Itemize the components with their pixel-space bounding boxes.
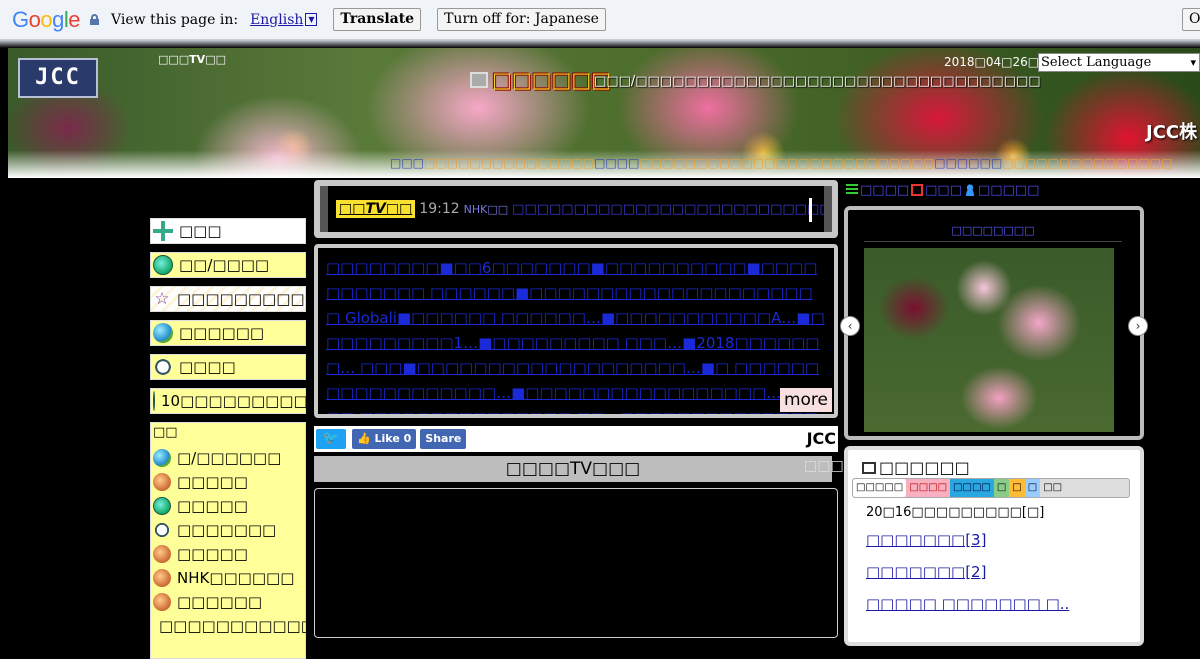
chevron-down-icon[interactable]: ▼	[305, 13, 318, 26]
tv-label: □□□TV□□	[158, 53, 226, 66]
tv-icon	[911, 184, 924, 196]
peony-photo[interactable]	[864, 248, 1114, 432]
language-select[interactable]: Select Language	[1038, 53, 1200, 72]
next-arrow-icon[interactable]: ›	[1128, 316, 1148, 336]
right-column: □□□□ □□□ □□□□□ □□□□□□□□ ‹ › □□□□□□ □□□□□…	[840, 180, 1148, 646]
list-item[interactable]: □□□□□□□[2]	[866, 556, 1126, 588]
ticker-cursor	[809, 198, 812, 222]
sidebar-group-title: □□	[153, 425, 178, 440]
user-icon	[964, 184, 976, 196]
list-item[interactable]: □□□□□□□[3]	[866, 524, 1126, 556]
tv-time: 19:12	[419, 201, 460, 217]
share-button[interactable]: Share	[420, 429, 467, 449]
tv-ticker: □□TV□□ 19:12 NHK□□ □□□□□□□□□□□□□□□□□□□□□…	[314, 180, 838, 238]
chart-icon	[153, 473, 171, 491]
sidebar-item-6[interactable]: 10□□□□□□□□□	[150, 388, 308, 414]
program-tab-2[interactable]: □□□□	[906, 479, 951, 497]
tv-headline[interactable]: □□□□□□□□□□□□□□□□□□□□□□□□□□□□	[512, 202, 824, 217]
sidebar-item-2[interactable]: □□/□□□□	[150, 252, 306, 278]
translate-prompt: View this page in:	[111, 11, 239, 28]
header-marquee[interactable]: □□□□□□□□□□□□□□□□□□□□□□□□□□□□□□□□□□□□□□□□…	[390, 156, 1172, 170]
tv-badge[interactable]: □□TV□□	[336, 200, 416, 218]
brand-label: JCC	[806, 429, 836, 448]
bicycle-icon	[153, 357, 173, 377]
broccoli-icon	[153, 497, 171, 515]
sidebar-item-home[interactable]: □□□	[150, 218, 306, 244]
site-subtitle: □□□/□□□□□□□□□□□□□□□□□□□□□□□□□□□□□□□□□	[594, 74, 1041, 89]
earth-icon	[153, 449, 171, 467]
program-tab-6[interactable]: □	[1024, 479, 1041, 497]
tab-list[interactable]: □□□□	[860, 183, 909, 198]
program-list: 20□16□□□□□□□□□[□] □□□□□□□[3] □□□□□□□[2] …	[866, 502, 1126, 620]
sidebar-item-5[interactable]: □□□□	[150, 354, 306, 380]
earth-icon	[153, 323, 173, 343]
sidebar-item-3[interactable]: ☆ □□□□□□□□□	[150, 286, 306, 312]
program-tab-5[interactable]: □	[1009, 479, 1025, 497]
tv-channel: NHK□□	[463, 202, 509, 216]
sidebar-item-4[interactable]: □□□□□□	[150, 320, 306, 346]
tab-tv[interactable]: □□□	[925, 183, 962, 198]
more-button[interactable]: more	[779, 388, 832, 412]
prev-arrow-icon[interactable]: ‹	[840, 316, 860, 336]
program-tab-1[interactable]: □□□□□	[853, 479, 907, 497]
sidebar-subitem-2[interactable]: □□□□□	[153, 470, 303, 494]
sidebar-subitem-5[interactable]: □□□□□	[153, 542, 303, 566]
building-icon	[153, 545, 171, 563]
sidebar-subitem-3[interactable]: □□□□□	[153, 494, 303, 518]
program-tab-7[interactable]: □□	[1040, 479, 1065, 497]
header-date: 2018□04□26□(□)	[944, 55, 1060, 69]
program-box: □□□□□□ □□□□□ □□□□ □□□□ □ □ □ □□ 20□16□□□…	[844, 446, 1144, 646]
corner-brand: JCC株	[1146, 122, 1198, 143]
sidebar-subitem-7[interactable]: □□□□□□	[153, 590, 303, 614]
crosshair-icon	[153, 221, 173, 241]
news-box: □□□□□□□□■□□6□□□□□□□■□□□□□□□□□□■□□□□□□□□□…	[314, 244, 838, 418]
city-icon	[153, 593, 171, 611]
like-button[interactable]: 👍 Like 0	[352, 429, 417, 449]
list-icon	[846, 184, 858, 196]
sidebar-group: □□ □/□□□□□□ □□□□□ □□□□□ □□□□□□□ □□□□□ NH…	[150, 422, 315, 659]
slider-title: □□□□□□□□	[864, 224, 1122, 242]
translate-bar: Google View this page in: English ▼ Trans…	[0, 0, 1200, 40]
share-bar: 🐦 👍 Like 0 Share JCC	[314, 426, 838, 452]
globe-icon	[153, 255, 173, 275]
sidebar-subitem-4[interactable]: □□□□□□□	[153, 518, 303, 542]
monitor-icon	[862, 461, 876, 474]
turn-off-button[interactable]: Turn off for: Japanese	[437, 8, 606, 31]
star-icon: ☆	[154, 289, 170, 309]
options-button[interactable]: Op	[1182, 8, 1200, 31]
site-header: JCC □□□TV□□ □□□□□□ □□□/□□□□□□□□□□□□□□□□□…	[8, 48, 1200, 178]
program-tabs: □□□□□ □□□□ □□□□ □ □ □ □□	[852, 478, 1130, 498]
google-logo: Google	[12, 6, 81, 32]
right-tabs: □□□□ □□□ □□□□□	[844, 180, 1144, 200]
list-item[interactable]: 20□16□□□□□□□□□[□]	[866, 502, 1126, 524]
program-title: □□□□□□	[862, 458, 1126, 477]
lock-icon	[90, 14, 100, 25]
people-icon	[153, 569, 171, 587]
sidebar-subitem-6[interactable]: NHK□□□□□□	[153, 566, 303, 590]
news-links[interactable]: □□□□□□□□■□□6□□□□□□□■□□□□□□□□□□■□□□□□□□□□…	[326, 256, 826, 414]
bar-shadow	[0, 40, 1200, 48]
sidebar: □□□ □□/□□□□ ☆ □□□□□□□□□ □□□□□□ □□□□ 10□□□…	[150, 218, 315, 659]
tv-icon	[470, 72, 488, 88]
program-tab-3[interactable]: □□□□	[950, 479, 994, 497]
site-title[interactable]: □□□□□□	[470, 68, 611, 92]
sidebar-subitem-1[interactable]: □/□□□□□□	[153, 446, 303, 470]
program-tab-4[interactable]: □	[993, 479, 1010, 497]
baseball-icon	[153, 521, 171, 539]
translate-button[interactable]: Translate	[333, 8, 422, 31]
tab-user[interactable]: □□□□□	[978, 183, 1039, 198]
main-column: □□TV□□ 19:12 NHK□□ □□□□□□□□□□□□□□□□□□□□□…	[314, 180, 844, 638]
list-item[interactable]: □□□□□ □□□□□□□ □..	[866, 588, 1126, 620]
live-title: □□□□TV□□□	[314, 456, 832, 482]
sidebar-subitem-8[interactable]: □□□□□□□□□□□	[153, 614, 315, 638]
globe-icon	[153, 391, 155, 411]
brand-sub: □□□	[804, 458, 844, 474]
photo-slider: □□□□□□□□ ‹ ›	[840, 206, 1148, 440]
language-link[interactable]: English ▼	[250, 12, 318, 28]
jcc-logo[interactable]: JCC	[18, 58, 98, 98]
twitter-button[interactable]: 🐦	[316, 429, 346, 449]
video-player[interactable]	[314, 488, 838, 638]
